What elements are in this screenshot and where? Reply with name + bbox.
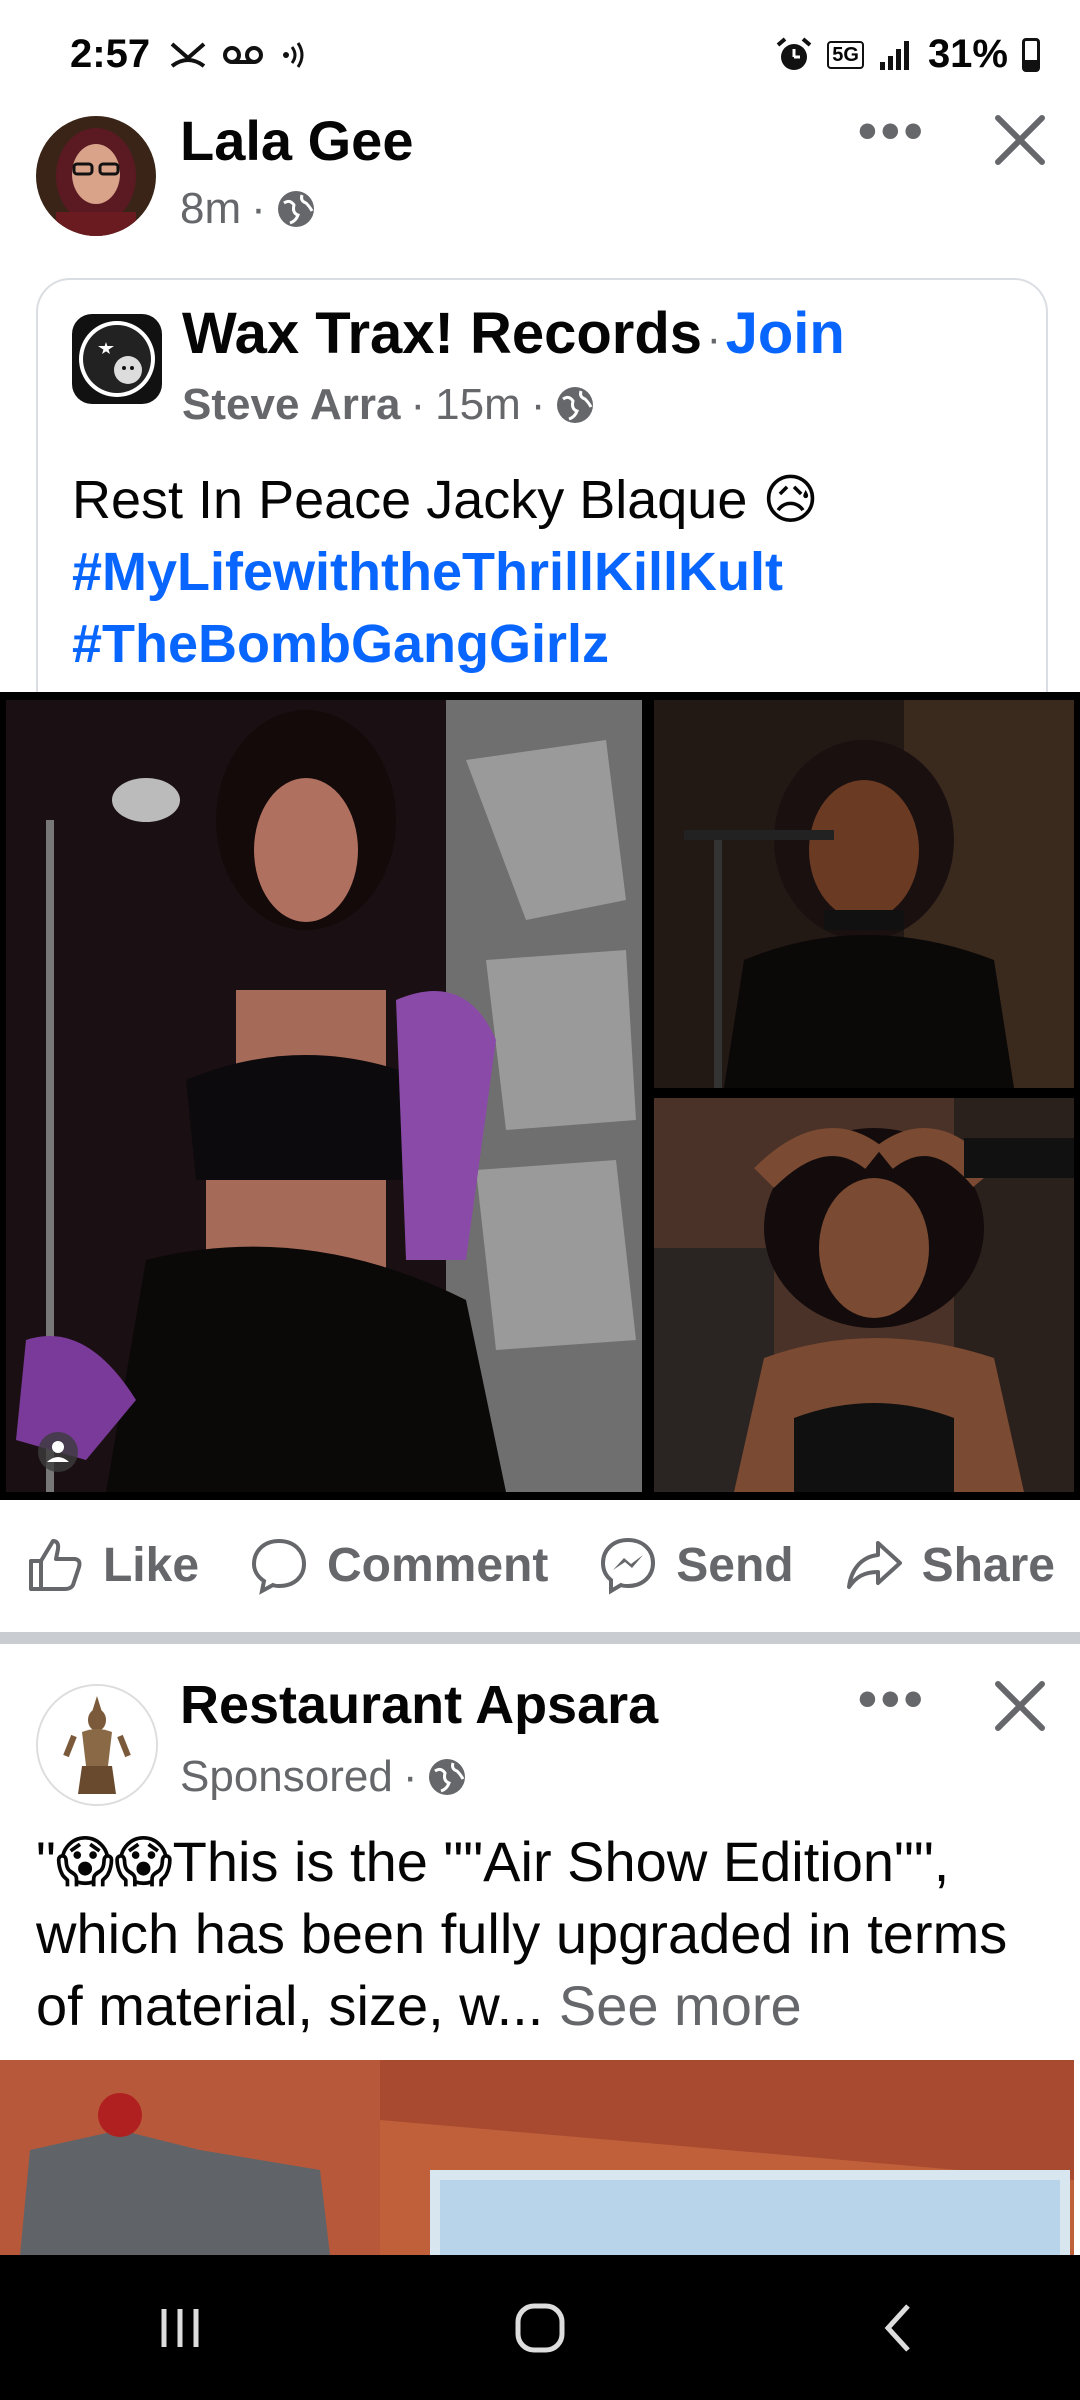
status-left-icons [168,38,312,72]
shared-meta: Steve Arra · 15m · [182,380,595,430]
meta-separator: · [402,1752,418,1801]
status-bar: 2:57 5G 31% [0,0,1080,110]
nfc-icon [283,42,304,68]
battery-fill [1025,59,1037,69]
shared-separator-2: · [530,380,546,429]
voicemail-icon [223,46,263,64]
shared-author[interactable]: Steve Arra [182,380,401,430]
signal-icon [879,40,909,70]
ad-text-body: This is the ""Air Show Edition"", which … [36,1830,1008,2037]
status-time: 2:57 [70,32,151,76]
comment-button[interactable]: Comment [249,1535,548,1595]
globe-icon [277,191,314,227]
photo-grid[interactable] [0,692,1080,1500]
photo-main[interactable] [6,700,642,1492]
like-button[interactable]: Like [25,1535,199,1595]
battery-percent: 31% [927,32,1008,76]
like-icon [28,1539,82,1591]
ad-close-icon[interactable] [990,1676,1050,1736]
ad-body-text: "😱😱This is the ""Air Show Edition"", whi… [36,1826,1046,2042]
ad-more-options-button[interactable]: ••• [858,1668,927,1730]
back-icon[interactable] [870,2298,930,2358]
page-name[interactable]: Wax Trax! Records [182,301,702,366]
photo-bottom-right[interactable] [654,1098,1074,1492]
status-right: 5G 31% [775,32,1040,77]
like-label: Like [102,1538,200,1592]
post-actions: Like Comment Send Share [0,1500,1080,1630]
globe-icon [557,387,594,423]
missed-call-icon [170,42,206,68]
shared-text: Rest In Peace Jacky Blaque [72,470,748,530]
alarm-icon [776,36,812,70]
system-navigation-bar [0,2255,1080,2400]
globe-icon [429,1759,466,1795]
hashtag-link[interactable]: #TheBombGangGirlz [72,608,1032,680]
sponsored-meta: Sponsored · [180,1752,467,1802]
post-time[interactable]: 8m [180,184,241,234]
post-meta: 8m · [180,184,316,234]
shared-post-card[interactable]: Wax Trax! Records · Join Steve Arra · 15… [36,278,1048,740]
advertiser-avatar[interactable] [36,1684,158,1806]
shared-post-text: Rest In Peace Jacky Blaque 😥 #MyLifewith… [72,464,1032,680]
shared-header: Wax Trax! Records · Join [182,300,845,367]
send-label: Send [676,1538,794,1592]
close-icon[interactable] [990,110,1050,170]
author-avatar[interactable] [36,116,156,236]
share-button[interactable]: Share [844,1535,1055,1595]
sponsored-label[interactable]: Sponsored [180,1752,393,1802]
shared-time[interactable]: 15m [435,380,521,430]
photo-top-right[interactable] [654,700,1074,1088]
advertiser-name[interactable]: Restaurant Apsara [180,1674,658,1736]
hashtag-link[interactable]: #MyLifewiththeThrillKillKult [72,536,1032,608]
sad-emoji: 😥 [762,470,819,530]
home-icon[interactable] [510,2298,570,2358]
feed-divider [0,1632,1080,1644]
meta-separator: · [251,184,266,233]
ad-image[interactable] [0,2060,1074,2255]
shared-separator-1: · [410,380,426,429]
author-name[interactable]: Lala Gee [180,108,413,173]
5g-icon: 5G [827,40,864,69]
battery-icon [1022,37,1040,72]
recent-apps-icon[interactable] [150,2303,210,2353]
comment-icon [251,1538,306,1595]
page-avatar[interactable] [72,314,162,404]
ad-text-prefix: " [36,1830,56,1893]
see-more-link[interactable]: See more [559,1974,802,2037]
messenger-icon [601,1537,656,1595]
comment-label: Comment [326,1538,549,1592]
more-options-button[interactable]: ••• [858,100,927,162]
person-tag-icon[interactable] [36,1430,80,1474]
share-icon [846,1541,902,1589]
join-separator: · [706,314,722,363]
share-label: Share [921,1538,1055,1592]
join-button[interactable]: Join [726,301,845,366]
scream-emojis: 😱😱 [55,1830,173,1893]
send-button[interactable]: Send [598,1535,794,1595]
